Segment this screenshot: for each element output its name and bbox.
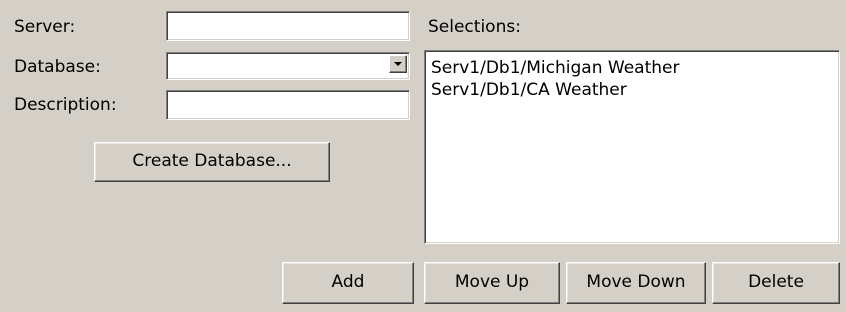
add-button[interactable]: Add [282,262,414,304]
description-label: Description: [14,95,117,115]
database-combo[interactable] [166,52,410,80]
database-label: Database: [14,57,101,77]
database-value [171,55,387,77]
selections-label: Selections: [428,17,521,37]
delete-button[interactable]: Delete [712,262,840,304]
move-down-button[interactable]: Move Down [566,262,706,304]
list-item[interactable]: Serv1/Db1/CA Weather [429,79,835,101]
selections-list[interactable]: Serv1/Db1/Michigan Weather Serv1/Db1/CA … [424,50,840,244]
move-up-button[interactable]: Move Up [424,262,560,304]
server-field[interactable] [166,11,410,41]
description-input[interactable] [169,93,407,117]
server-label: Server: [14,17,76,37]
create-database-button[interactable]: Create Database... [94,142,330,182]
server-input[interactable] [169,14,407,38]
description-field[interactable] [166,90,410,120]
list-item[interactable]: Serv1/Db1/Michigan Weather [429,57,835,79]
chevron-down-icon[interactable] [389,55,407,73]
